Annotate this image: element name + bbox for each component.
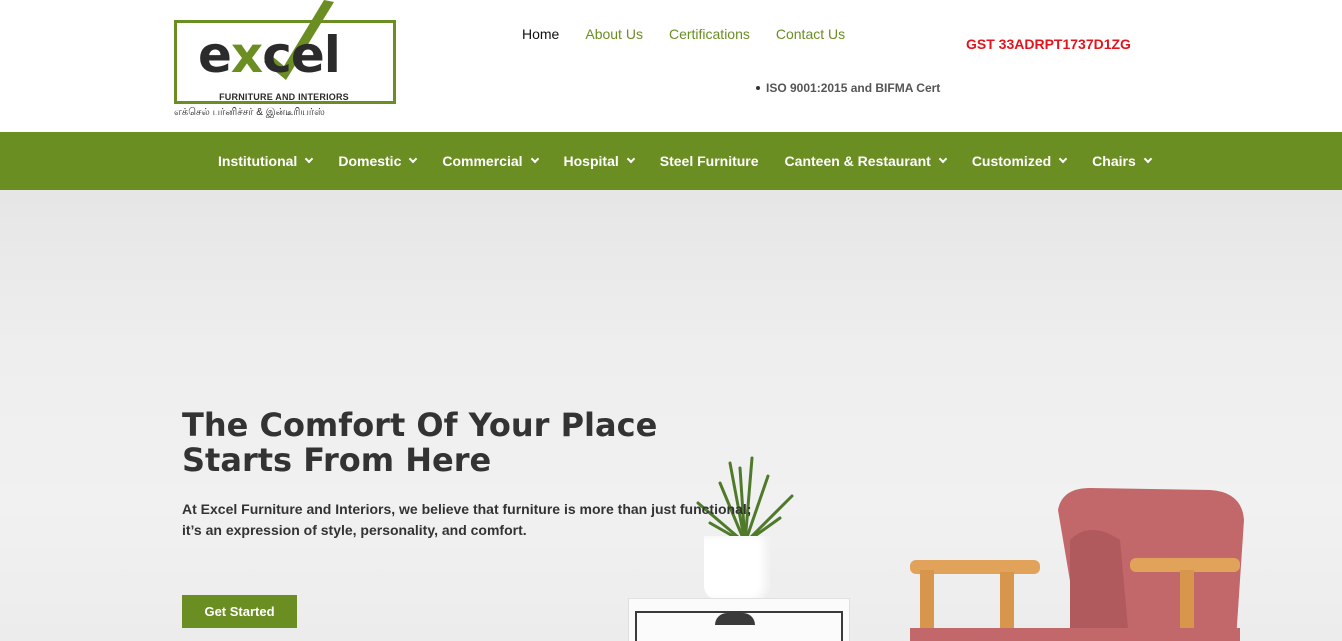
nav-certifications-link[interactable]: Certifications (669, 26, 750, 42)
top-navigation: Home About Us Certifications Contact Us (522, 26, 845, 42)
chevron-down-icon (1143, 154, 1152, 164)
menu-domestic[interactable]: Domestic (338, 153, 418, 169)
nav-about-link[interactable]: About Us (585, 26, 643, 42)
nav-contact-link[interactable]: Contact Us (776, 26, 845, 42)
plant-pot (704, 536, 770, 600)
hero-heading: The Comfort Of Your Place Starts From He… (182, 406, 658, 479)
menu-institutional[interactable]: Institutional (218, 153, 314, 169)
menu-canteen-restaurant[interactable]: Canteen & Restaurant (785, 153, 948, 169)
iso-text: ISO 9001:2015 and BIFMA Cert (766, 81, 941, 95)
main-navigation-bar: Institutional Domestic Commercial Hospit… (0, 132, 1342, 190)
side-table (628, 598, 850, 641)
chevron-down-icon (305, 154, 314, 164)
menu-chairs[interactable]: Chairs (1092, 153, 1152, 169)
brand-logo[interactable]: excel FURNITURE AND INTERIORS எக்செல் பர… (172, 0, 400, 126)
logo-tamil-text: எக்செல் பர்னிச்சர் & இன்டீரியர்ஸ் (174, 107, 325, 118)
menu-commercial[interactable]: Commercial (442, 153, 539, 169)
chevron-down-icon (1058, 154, 1068, 164)
hero-banner: The Comfort Of Your Place Starts From He… (0, 190, 1342, 641)
get-started-button[interactable]: Get Started (182, 595, 297, 628)
hero-description: At Excel Furniture and Interiors, we bel… (182, 501, 752, 538)
bullet-icon (756, 85, 760, 90)
menu-steel-furniture[interactable]: Steel Furniture (660, 153, 759, 169)
nav-home-link[interactable]: Home (522, 26, 559, 42)
menu-customized[interactable]: Customized (972, 153, 1068, 169)
menu-hospital[interactable]: Hospital (564, 153, 635, 169)
gst-number: GST 33ADRPT1737D1ZG (966, 36, 1131, 52)
site-header: excel FURNITURE AND INTERIORS எக்செல் பர… (0, 0, 1342, 132)
armchair-illustration (910, 488, 1244, 641)
chevron-down-icon (530, 154, 539, 164)
drawer-handle (715, 613, 755, 625)
logo-tagline: FURNITURE AND INTERIORS (219, 92, 349, 102)
logo-wordmark: excel (198, 26, 341, 84)
iso-certification: ISO 9001:2015 and BIFMA Cert (756, 81, 940, 95)
chevron-down-icon (409, 154, 418, 164)
chevron-down-icon (626, 154, 635, 164)
chevron-down-icon (938, 154, 948, 164)
